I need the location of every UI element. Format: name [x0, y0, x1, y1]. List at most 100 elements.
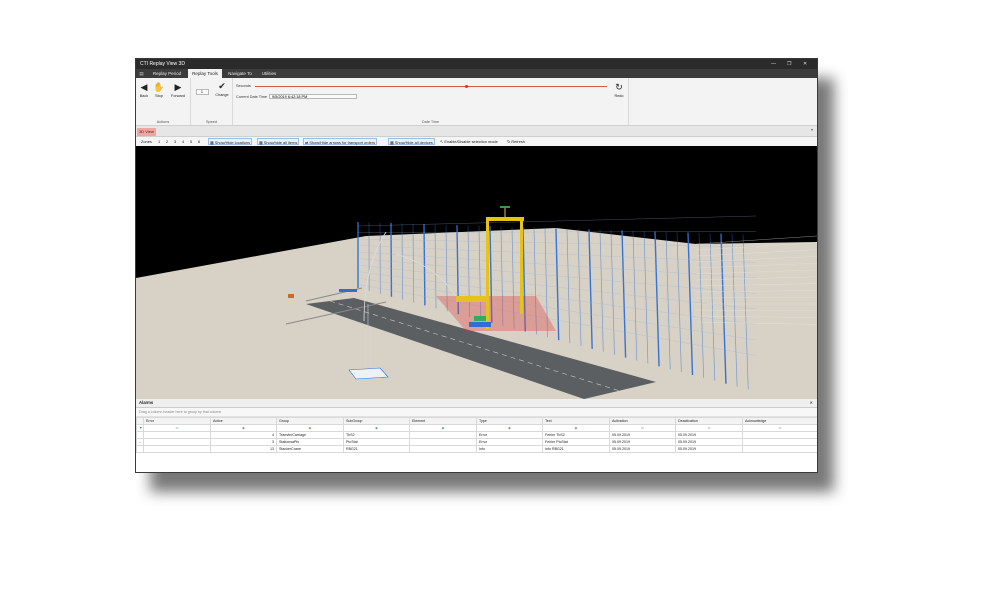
current-datetime-field[interactable]: 9/5/2019 6:42:18 PM	[269, 94, 357, 99]
filter-cell[interactable]: ═	[609, 424, 676, 432]
refresh-label: Refresh	[511, 139, 525, 144]
back-button[interactable]: ◀ Back	[138, 82, 150, 98]
filter-cell[interactable]: ◈	[409, 424, 477, 432]
activation-cell: 05.09.2019	[609, 438, 676, 446]
group-cell: StackerCrane	[276, 445, 344, 453]
active-cell: 4	[210, 431, 277, 439]
row-marker-icon: –	[136, 438, 144, 446]
tab-utilities[interactable]: Utilities	[258, 69, 280, 78]
zone-2[interactable]: 2	[166, 138, 168, 145]
close-button[interactable]: ✕	[803, 59, 807, 69]
zone-1[interactable]: 1	[158, 138, 160, 145]
ribbon-tab-bar: ▤ Replay Period Replay Tools Navigate To…	[136, 69, 817, 78]
title-bar: CTI Replay View 3D — ❐ ✕	[136, 59, 817, 69]
actions-group-label: Actions	[156, 120, 170, 124]
checkmark-icon: ✔	[218, 81, 226, 91]
column-header[interactable]: Element	[409, 417, 477, 425]
element-cell	[409, 445, 477, 453]
active-cell: 13	[210, 445, 277, 453]
column-header[interactable]: Acknowledge	[742, 417, 817, 425]
stop-label: Stop	[155, 94, 163, 98]
toggle-locations-label: Show/Hide locations	[214, 140, 251, 145]
datetime-group: Seconds Current Date Time 9/5/2019 6:42:…	[233, 78, 629, 125]
seconds-slider[interactable]	[255, 86, 607, 87]
toggle-items-button[interactable]: ▦ Show/hide all items	[257, 138, 300, 145]
deactivation-cell: 05.09.2019	[675, 438, 743, 446]
redo-button[interactable]: ↻ Redo	[612, 82, 626, 98]
filter-cell[interactable]: ═	[675, 424, 743, 432]
column-header[interactable]: Type	[476, 417, 543, 425]
column-header[interactable]: Deactivation	[675, 417, 743, 425]
type-cell: Error	[476, 431, 543, 439]
tab-replay-period[interactable]: Replay Period	[148, 69, 186, 78]
tab-replay-tools[interactable]: Replay Tools	[188, 69, 222, 78]
maximize-button[interactable]: ❐	[787, 59, 791, 69]
filter-cell[interactable]: ◈	[210, 424, 277, 432]
toggle-arrows-label: Show/Hide arrows for transport orders	[309, 140, 376, 145]
redo-label: Redo	[614, 94, 624, 98]
toggle-locations-button[interactable]: ▦ Show/Hide locations	[208, 138, 253, 145]
table-row[interactable]: 4 TransferCarriage TbS2 Error Fehler TbS…	[136, 431, 817, 439]
zone-6[interactable]: 6	[198, 138, 200, 145]
refresh-button[interactable]: ↻ Refresh	[507, 138, 525, 145]
filter-cell[interactable]: ◈	[343, 424, 410, 432]
zone-5[interactable]: 5	[190, 138, 192, 145]
table-header-row: Error Active Group SubGroup Element Type…	[136, 417, 817, 425]
change-speed-button[interactable]: ✔ Change	[214, 81, 230, 97]
filter-cell[interactable]: ═	[143, 424, 211, 432]
table-row[interactable]: 13 StackerCrane RBG21 Info Info RBG21 05…	[136, 445, 817, 453]
filter-cell[interactable]: ◈	[542, 424, 610, 432]
warehouse-3d-scene[interactable]	[136, 146, 817, 399]
change-label: Change	[215, 93, 229, 97]
alarms-panel: Alarms ✕ Drag a column header here to gr…	[136, 399, 817, 472]
column-header[interactable]: Text	[542, 417, 610, 425]
conveyor[interactable]	[339, 289, 357, 292]
text-cell: Fehler PtcStat	[542, 438, 610, 446]
forward-arrow-icon: ▶	[174, 82, 182, 92]
redo-icon: ↻	[615, 82, 623, 92]
toggle-items-label: Show/hide all items	[263, 140, 298, 145]
zone-4[interactable]: 4	[182, 138, 184, 145]
column-header[interactable]: Group	[276, 417, 344, 425]
minimize-button[interactable]: —	[771, 59, 776, 69]
filter-cell[interactable]: ◈	[476, 424, 543, 432]
toggle-arrows-button[interactable]: ⇄ Show/Hide arrows for transport orders	[303, 138, 378, 145]
group-cell: StationsaPfc	[276, 438, 344, 446]
filter-icon[interactable]: ▼	[136, 424, 144, 432]
group-cell: TransferCarriage	[276, 431, 344, 439]
app-menu-icon[interactable]: ▤	[138, 69, 145, 78]
3d-viewport[interactable]	[136, 146, 817, 399]
tab-3d-view[interactable]: 3D View	[137, 128, 156, 136]
type-cell: Info	[476, 445, 543, 453]
selection-mode-button[interactable]: ↖ Enable/Disable selection mode	[440, 138, 498, 145]
ack-cell	[742, 445, 817, 453]
forklift[interactable]	[288, 294, 294, 298]
ribbon: ◀ Back ✋ Stop ▶ Forward Actions 1 ✔ Chan…	[136, 78, 817, 126]
close-icon[interactable]: ✕	[809, 399, 813, 407]
table-row[interactable]: – 3 StationsaPfc PtcStat Error Fehler Pt…	[136, 438, 817, 446]
toggle-devices-button[interactable]: ▦ Show/Hide all devices	[388, 138, 435, 145]
filter-cell[interactable]: ═	[742, 424, 817, 432]
column-header[interactable]: Error	[143, 417, 211, 425]
filter-cell[interactable]: ◈	[276, 424, 344, 432]
actions-group: ◀ Back ✋ Stop ▶ Forward Actions	[136, 78, 191, 125]
back-label: Back	[139, 94, 149, 98]
forward-button[interactable]: ▶ Forward	[169, 82, 187, 98]
hand-icon: ✋	[153, 82, 165, 92]
forward-label: Forward	[171, 94, 185, 98]
activation-cell: 05.09.2019	[609, 431, 676, 439]
seconds-label: Seconds	[236, 84, 251, 88]
dropdown-icon[interactable]: ▾	[811, 127, 813, 132]
datetime-group-label: Date Time	[421, 120, 440, 124]
stop-button[interactable]: ✋ Stop	[153, 82, 165, 98]
column-header[interactable]: Activation	[609, 417, 676, 425]
speed-input[interactable]: 1	[196, 89, 209, 95]
column-header[interactable]: SubGroup	[343, 417, 410, 425]
group-by-hint: Drag a column header here to group by th…	[136, 408, 817, 417]
zone-3[interactable]: 3	[174, 138, 176, 145]
seconds-slider-thumb[interactable]	[464, 85, 468, 88]
tab-navigate-to[interactable]: Navigate To	[223, 69, 257, 78]
column-header[interactable]: Active	[210, 417, 277, 425]
window-title: CTI Replay View 3D	[140, 61, 185, 67]
toggle-devices-label: Show/Hide all devices	[394, 140, 433, 145]
